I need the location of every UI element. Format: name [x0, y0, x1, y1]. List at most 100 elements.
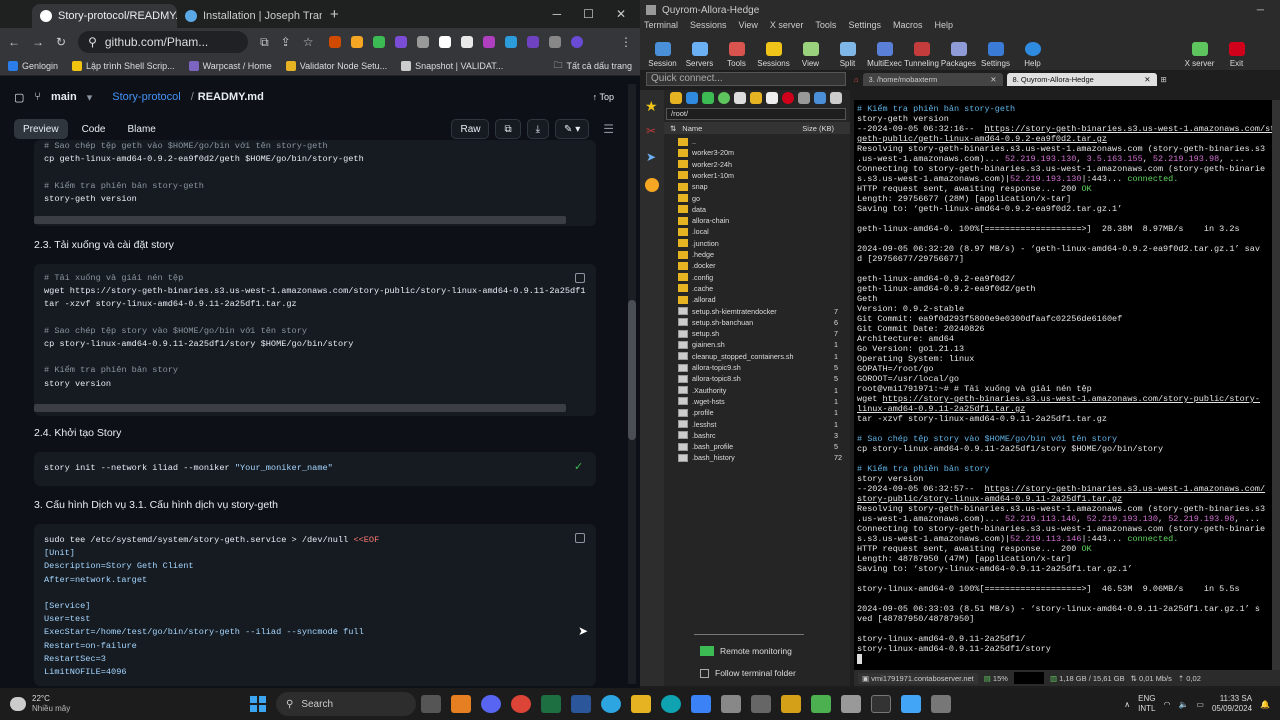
- macros-icon[interactable]: [645, 178, 659, 192]
- extension-icon[interactable]: [395, 36, 408, 48]
- toolbar-tools-button[interactable]: Tools: [718, 34, 755, 70]
- app-chrome-icon[interactable]: [511, 695, 531, 713]
- delete-icon[interactable]: [782, 92, 794, 104]
- lang-variant[interactable]: INTL: [1138, 704, 1155, 714]
- file-row[interactable]: .lesshst 1: [678, 419, 848, 430]
- upload-icon[interactable]: [702, 92, 714, 104]
- copy-icon[interactable]: [575, 273, 585, 283]
- new-folder-icon[interactable]: [750, 92, 762, 104]
- menu-terminal[interactable]: Terminal: [644, 20, 678, 34]
- bookmark-shell[interactable]: Lập trình Shell Scrip...: [72, 60, 175, 71]
- task-view-icon[interactable]: [421, 695, 441, 713]
- quick-connect-input[interactable]: Quick connect...: [646, 72, 846, 86]
- copy-icon[interactable]: [575, 533, 585, 543]
- close-tab-icon[interactable]: ✕: [990, 75, 996, 84]
- terminal-output[interactable]: # Kiểm tra phiên bản story-geth story-ge…: [854, 100, 1280, 670]
- close-tab-icon[interactable]: ✕: [1144, 75, 1150, 84]
- new-tab-button[interactable]: +: [322, 6, 347, 28]
- toolbar-split-button[interactable]: Split: [829, 34, 866, 70]
- filter-icon[interactable]: [814, 92, 826, 104]
- download-icon[interactable]: [686, 92, 698, 104]
- app-icon[interactable]: [871, 695, 891, 713]
- app-discord-icon[interactable]: [481, 695, 501, 713]
- app-telegram-icon[interactable]: [601, 695, 621, 713]
- sessions-star-icon[interactable]: ★: [645, 98, 658, 115]
- checkbox-icon[interactable]: [700, 668, 709, 678]
- weather-widget[interactable]: 22°C Nhiều mây: [10, 694, 210, 714]
- toolbar-multiexec-button[interactable]: MultiExec: [866, 34, 903, 70]
- app-excel-icon[interactable]: [541, 695, 561, 713]
- file-row[interactable]: setup.sh-banchuan 6: [678, 317, 848, 328]
- tab-blame[interactable]: Blame: [119, 119, 163, 139]
- file-row[interactable]: .bashrc 3: [678, 430, 848, 441]
- column-name[interactable]: Name: [682, 124, 802, 133]
- file-row[interactable]: .profile 1: [678, 407, 848, 418]
- file-row[interactable]: worker2-24h: [678, 159, 848, 170]
- site-info-icon[interactable]: ⚲: [88, 35, 97, 49]
- app-icon[interactable]: [841, 695, 861, 713]
- page-scrollbar-thumb[interactable]: [628, 300, 636, 440]
- tab-mobaxterm-home[interactable]: 3. /home/mobaxterm ✕: [862, 72, 1003, 86]
- app-icon[interactable]: [901, 695, 921, 713]
- file-row[interactable]: snap: [678, 181, 848, 192]
- home-tab-icon[interactable]: ⌂: [854, 75, 859, 84]
- tab-preview[interactable]: Preview: [14, 119, 68, 139]
- menu-settings[interactable]: Settings: [848, 20, 881, 34]
- toolbar-session-button[interactable]: Session: [644, 34, 681, 70]
- horizontal-scrollbar[interactable]: [34, 216, 566, 224]
- refresh-icon[interactable]: [718, 92, 730, 104]
- app-edge-icon[interactable]: [661, 695, 681, 713]
- toolbar-tunneling-button[interactable]: Tunneling: [903, 34, 940, 70]
- file-row[interactable]: data: [678, 204, 848, 215]
- horizontal-scrollbar[interactable]: [34, 404, 566, 412]
- menu-sessions[interactable]: Sessions: [690, 20, 727, 34]
- follow-icon[interactable]: [830, 92, 842, 104]
- remote-monitoring-button[interactable]: Remote monitoring: [700, 646, 792, 656]
- bookmark-star-icon[interactable]: ☆: [303, 35, 314, 49]
- app-icon[interactable]: [931, 695, 951, 713]
- sync-icon[interactable]: [798, 92, 810, 104]
- sftp-icon[interactable]: ➤: [646, 150, 656, 164]
- copy-raw-icon[interactable]: ⧉: [495, 119, 521, 139]
- toolbar-packages-button[interactable]: Packages: [940, 34, 977, 70]
- extension-icon[interactable]: [483, 36, 496, 48]
- clock[interactable]: 11:33 SA 05/09/2024: [1212, 694, 1252, 714]
- reload-icon[interactable]: ↻: [56, 35, 66, 49]
- url-field[interactable]: ⚲ github.com/Pham...: [78, 31, 249, 53]
- extension-icon[interactable]: [329, 36, 342, 48]
- file-row[interactable]: go: [678, 193, 848, 204]
- menu-tools[interactable]: Tools: [815, 20, 836, 34]
- file-row[interactable]: cleanup_stopped_containers.sh 1: [678, 351, 848, 362]
- app-icon[interactable]: [721, 695, 741, 713]
- outline-icon[interactable]: ☰: [603, 122, 614, 136]
- top-button[interactable]: ↑ Top: [593, 92, 614, 102]
- notification-bell-icon[interactable]: 🔔: [1260, 700, 1270, 709]
- file-row[interactable]: ..: [678, 136, 848, 147]
- extension-icon[interactable]: [461, 36, 474, 48]
- toolbar-settings-button[interactable]: Settings: [977, 34, 1014, 70]
- app-icon[interactable]: [781, 695, 801, 713]
- file-row[interactable]: .bash_profile 5: [678, 441, 848, 452]
- new-tab-icon[interactable]: ⊞: [1161, 75, 1167, 84]
- repo-link[interactable]: Story-protocol: [112, 91, 180, 103]
- battery-icon[interactable]: ▭: [1196, 700, 1204, 709]
- file-row[interactable]: .hedge: [678, 249, 848, 260]
- file-row[interactable]: .docker: [678, 260, 848, 271]
- toolbar-view-button[interactable]: View: [792, 34, 829, 70]
- menu-macros[interactable]: Macros: [893, 20, 923, 34]
- file-row[interactable]: .cache: [678, 283, 848, 294]
- branch-selector[interactable]: main: [51, 91, 77, 103]
- tab-code[interactable]: Code: [74, 119, 114, 139]
- file-row[interactable]: worker1-10m: [678, 170, 848, 181]
- minimize-icon[interactable]: ─: [553, 7, 562, 21]
- wifi-icon[interactable]: ◠: [1163, 700, 1170, 709]
- file-row[interactable]: .junction: [678, 238, 848, 249]
- tab-quyrom-allora-hedge[interactable]: 8. Quyrom-Allora-Hedge ✕: [1006, 72, 1157, 86]
- file-row[interactable]: .Xauthority 1: [678, 385, 848, 396]
- extension-icon[interactable]: [527, 36, 540, 48]
- install-icon[interactable]: ⧉: [260, 35, 269, 50]
- column-size[interactable]: Size (KB): [802, 124, 834, 133]
- bookmark-snapshot[interactable]: Snapshot | VALIDAT...: [401, 60, 503, 71]
- tools-icon[interactable]: ✂: [646, 124, 656, 138]
- app-winamp-icon[interactable]: [451, 695, 471, 713]
